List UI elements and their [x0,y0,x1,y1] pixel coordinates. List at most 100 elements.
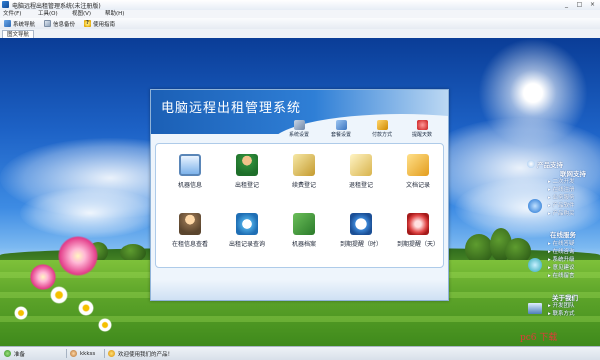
expiry-reminder-hours-label: 到期提醒（时） [339,241,382,248]
computer-icon [528,303,542,314]
sidebar-item-online-consult[interactable]: 在线咨询 [548,247,575,255]
welcome-icon [108,350,115,357]
status-separator [104,349,105,358]
support-icon [527,160,535,168]
minimize-button[interactable]: _ [560,0,573,9]
ready-icon [4,350,11,357]
backup-button[interactable]: 信息备份 [42,19,77,28]
return-icon [350,154,372,176]
function-grid: 机器信息 出租登记 续费登记 退租登记 文档记录 在租信息查看 出租记录查询 机… [155,143,444,268]
pink-flower [58,236,98,276]
payment-icon [376,120,388,130]
payment-method-label: 付款方式 [371,132,392,138]
monitor-icon [179,154,201,176]
search-icon [236,213,258,235]
machine-archive-label: 机器档案 [291,241,316,248]
system-settings-button[interactable]: 系统设置 [284,120,314,138]
rent-registration-button[interactable]: 出租登记 [219,148,275,203]
window-title: 电脑远程出租管理系统(未注册版) [12,3,101,10]
app-icon [2,1,9,8]
sidebar-item-feedback[interactable]: 意见建议 [548,263,575,271]
menu-help[interactable]: 帮助(H) [105,10,124,18]
folder-icon [407,154,429,176]
pink-flower [30,264,56,290]
machine-info-label: 机器信息 [177,182,202,189]
status-user: kkkss [70,349,95,358]
sidebar-item-system-upgrade[interactable]: 系统升级 [548,255,575,263]
package-settings-button[interactable]: 套餐设置 [326,120,356,138]
system-settings-label: 系统设置 [288,132,309,138]
user-view-icon [179,213,201,235]
status-bar: 准备 kkkss 欢迎使用我们的产品！ [0,346,600,360]
rental-records-query-button[interactable]: 出租记录查询 [219,207,275,262]
sidebar-item-secondary-dev[interactable]: 二次开发 [548,177,575,185]
backup-icon [44,20,51,27]
current-rentals-label: 在租信息查看 [171,241,208,248]
rental-records-query-label: 出租记录查询 [228,241,265,248]
system-settings-icon [293,120,305,130]
navigation-icon [4,20,11,27]
daisy-flower [14,306,28,320]
person-icon [236,154,258,176]
reminder-days-label: 提醒天数 [411,132,432,138]
sidebar-item-product-software[interactable]: 产品软件 [548,201,575,209]
online-service-title: 在线服务 [550,231,576,239]
user-icon [70,350,77,357]
package-settings-icon [335,120,347,130]
archive-icon [293,213,315,235]
document-records-label: 文档记录 [405,182,430,189]
close-button[interactable]: × [586,0,599,9]
package-settings-label: 套餐设置 [330,132,351,138]
system-navigation-button[interactable]: 系统导航 [2,19,37,28]
grass-stripe [0,316,600,322]
sidebar-item-online-register[interactable]: 在线注册 [548,185,575,193]
renewal-registration-button[interactable]: 续费登记 [276,148,332,203]
renew-icon [293,154,315,176]
status-ready-text: 准备 [14,351,26,358]
help-icon: ? [84,20,91,27]
expiry-reminder-days-label: 到期提醒（天） [396,241,439,248]
backup-label: 信息备份 [53,21,76,28]
menu-tools[interactable]: 工具(O) [38,10,58,18]
user-guide-label: 使用指南 [93,21,116,28]
panel-footer [151,280,448,300]
menu-view[interactable]: 视图(V) [72,10,91,18]
current-rentals-button[interactable]: 在租信息查看 [162,207,218,262]
clock-icon [350,213,372,235]
sidebar-item-dev-team[interactable]: 开发团队 [548,301,575,309]
daisy-flower [78,300,94,316]
reminder-days-button[interactable]: 提醒天数 [407,120,437,138]
sidebar-item-contact[interactable]: 联系方式 [548,309,575,317]
service-icon [528,258,542,272]
sidebar-item-business-service[interactable]: 业务服务 [548,193,575,201]
globe-icon [528,199,542,213]
sidebar-item-online-qa[interactable]: 在线答疑 [548,239,575,247]
sidebar-item-purchase[interactable]: 产品购买 [548,209,575,217]
user-guide-button[interactable]: ? 使用指南 [82,19,117,28]
status-welcome-text: 欢迎使用我们的产品！ [118,351,174,358]
payment-method-button[interactable]: 付款方式 [367,120,397,138]
system-navigation-label: 系统导航 [13,21,36,28]
panel-title: 电脑远程出租管理系统 [161,101,302,116]
rent-registration-label: 出租登记 [234,182,259,189]
machine-archive-button[interactable]: 机器档案 [276,207,332,262]
return-registration-button[interactable]: 退租登记 [333,148,389,203]
machine-info-button[interactable]: 机器信息 [162,148,218,203]
daisy-flower [98,318,112,332]
cloud [20,188,160,238]
menu-file[interactable]: 文件(F) [3,10,21,18]
status-separator [66,349,67,358]
daisy-flower [50,286,68,304]
expiry-reminder-hours-button[interactable]: 到期提醒（时） [333,207,389,262]
document-records-button[interactable]: 文档记录 [390,148,446,203]
sidebar-item-online-message[interactable]: 在线留言 [548,271,575,279]
status-welcome: 欢迎使用我们的产品！ [108,349,173,358]
bell-icon [407,213,429,235]
renewal-registration-label: 续费登记 [291,182,316,189]
maximize-button[interactable]: □ [573,0,586,9]
expiry-reminder-days-button[interactable]: 到期提醒（天） [390,207,446,262]
main-panel: 电脑远程出租管理系统 系统设置 套餐设置 付款方式 提醒天数 机器信息 出租登记… [150,89,449,301]
status-ready: 准备 [4,349,25,358]
return-registration-label: 退租登记 [348,182,373,189]
watermark-logo: pc6 下载 [520,333,558,343]
